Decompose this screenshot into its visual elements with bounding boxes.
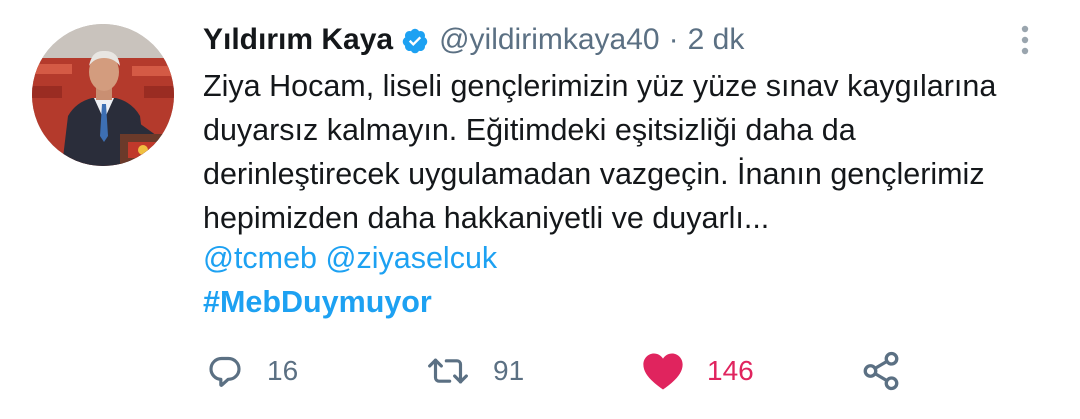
action-bar: 16 91 146 [0,348,1080,394]
tweet-text-line: hepimizden daha hakkaniyetli ve duyarlı.… [203,201,770,235]
tweet-text-line: Ziya Hocam, liseli gençlerimizin yüz yüz… [203,69,997,103]
share-icon [863,351,899,391]
author-handle[interactable]: @yildirimkaya40 [439,20,660,60]
like-button[interactable]: 146 [641,348,754,394]
tweet-header: Yıldırım Kaya @yildirimkaya40 · 2 dk [203,20,744,60]
hashtag-link[interactable]: #MebDuymuyor [203,280,432,324]
heart-filled-icon [643,353,683,390]
reply-bubble-icon [209,356,241,387]
tweet-text-line: duyarsız kalmayın. Eğitimdeki eşitsizliğ… [203,113,856,147]
like-count: 146 [707,355,754,386]
mention-link-tcmeb[interactable]: @tcmeb [203,241,317,275]
reply-count: 16 [267,355,299,386]
verified-badge-icon [401,26,429,54]
mention-link-ziyaselcuk[interactable]: @ziyaselcuk [326,241,498,275]
more-vertical-icon[interactable] [1010,20,1040,60]
avatar[interactable] [32,24,174,166]
author-name[interactable]: Yıldırım Kaya [203,20,393,60]
share-button[interactable] [860,348,902,394]
reply-button[interactable]: 16 [205,348,298,394]
avatar-photo [32,24,174,166]
mentions: @tcmeb @ziyaselcuk [203,236,497,280]
tweet-text: Ziya Hocam, liseli gençlerimizin yüz yüz… [203,64,1063,240]
tweet-timestamp[interactable]: 2 dk [688,20,745,60]
header-separator: · [668,23,679,56]
retweet-icon [428,358,468,384]
retweet-button[interactable]: 91 [425,348,524,394]
tweet: Yıldırım Kaya @yildirimkaya40 · 2 dk Ziy… [0,0,1080,419]
retweet-count: 91 [493,355,525,386]
tweet-text-line: derinleştirecek uygulamadan vazgeçin. İn… [203,157,985,191]
